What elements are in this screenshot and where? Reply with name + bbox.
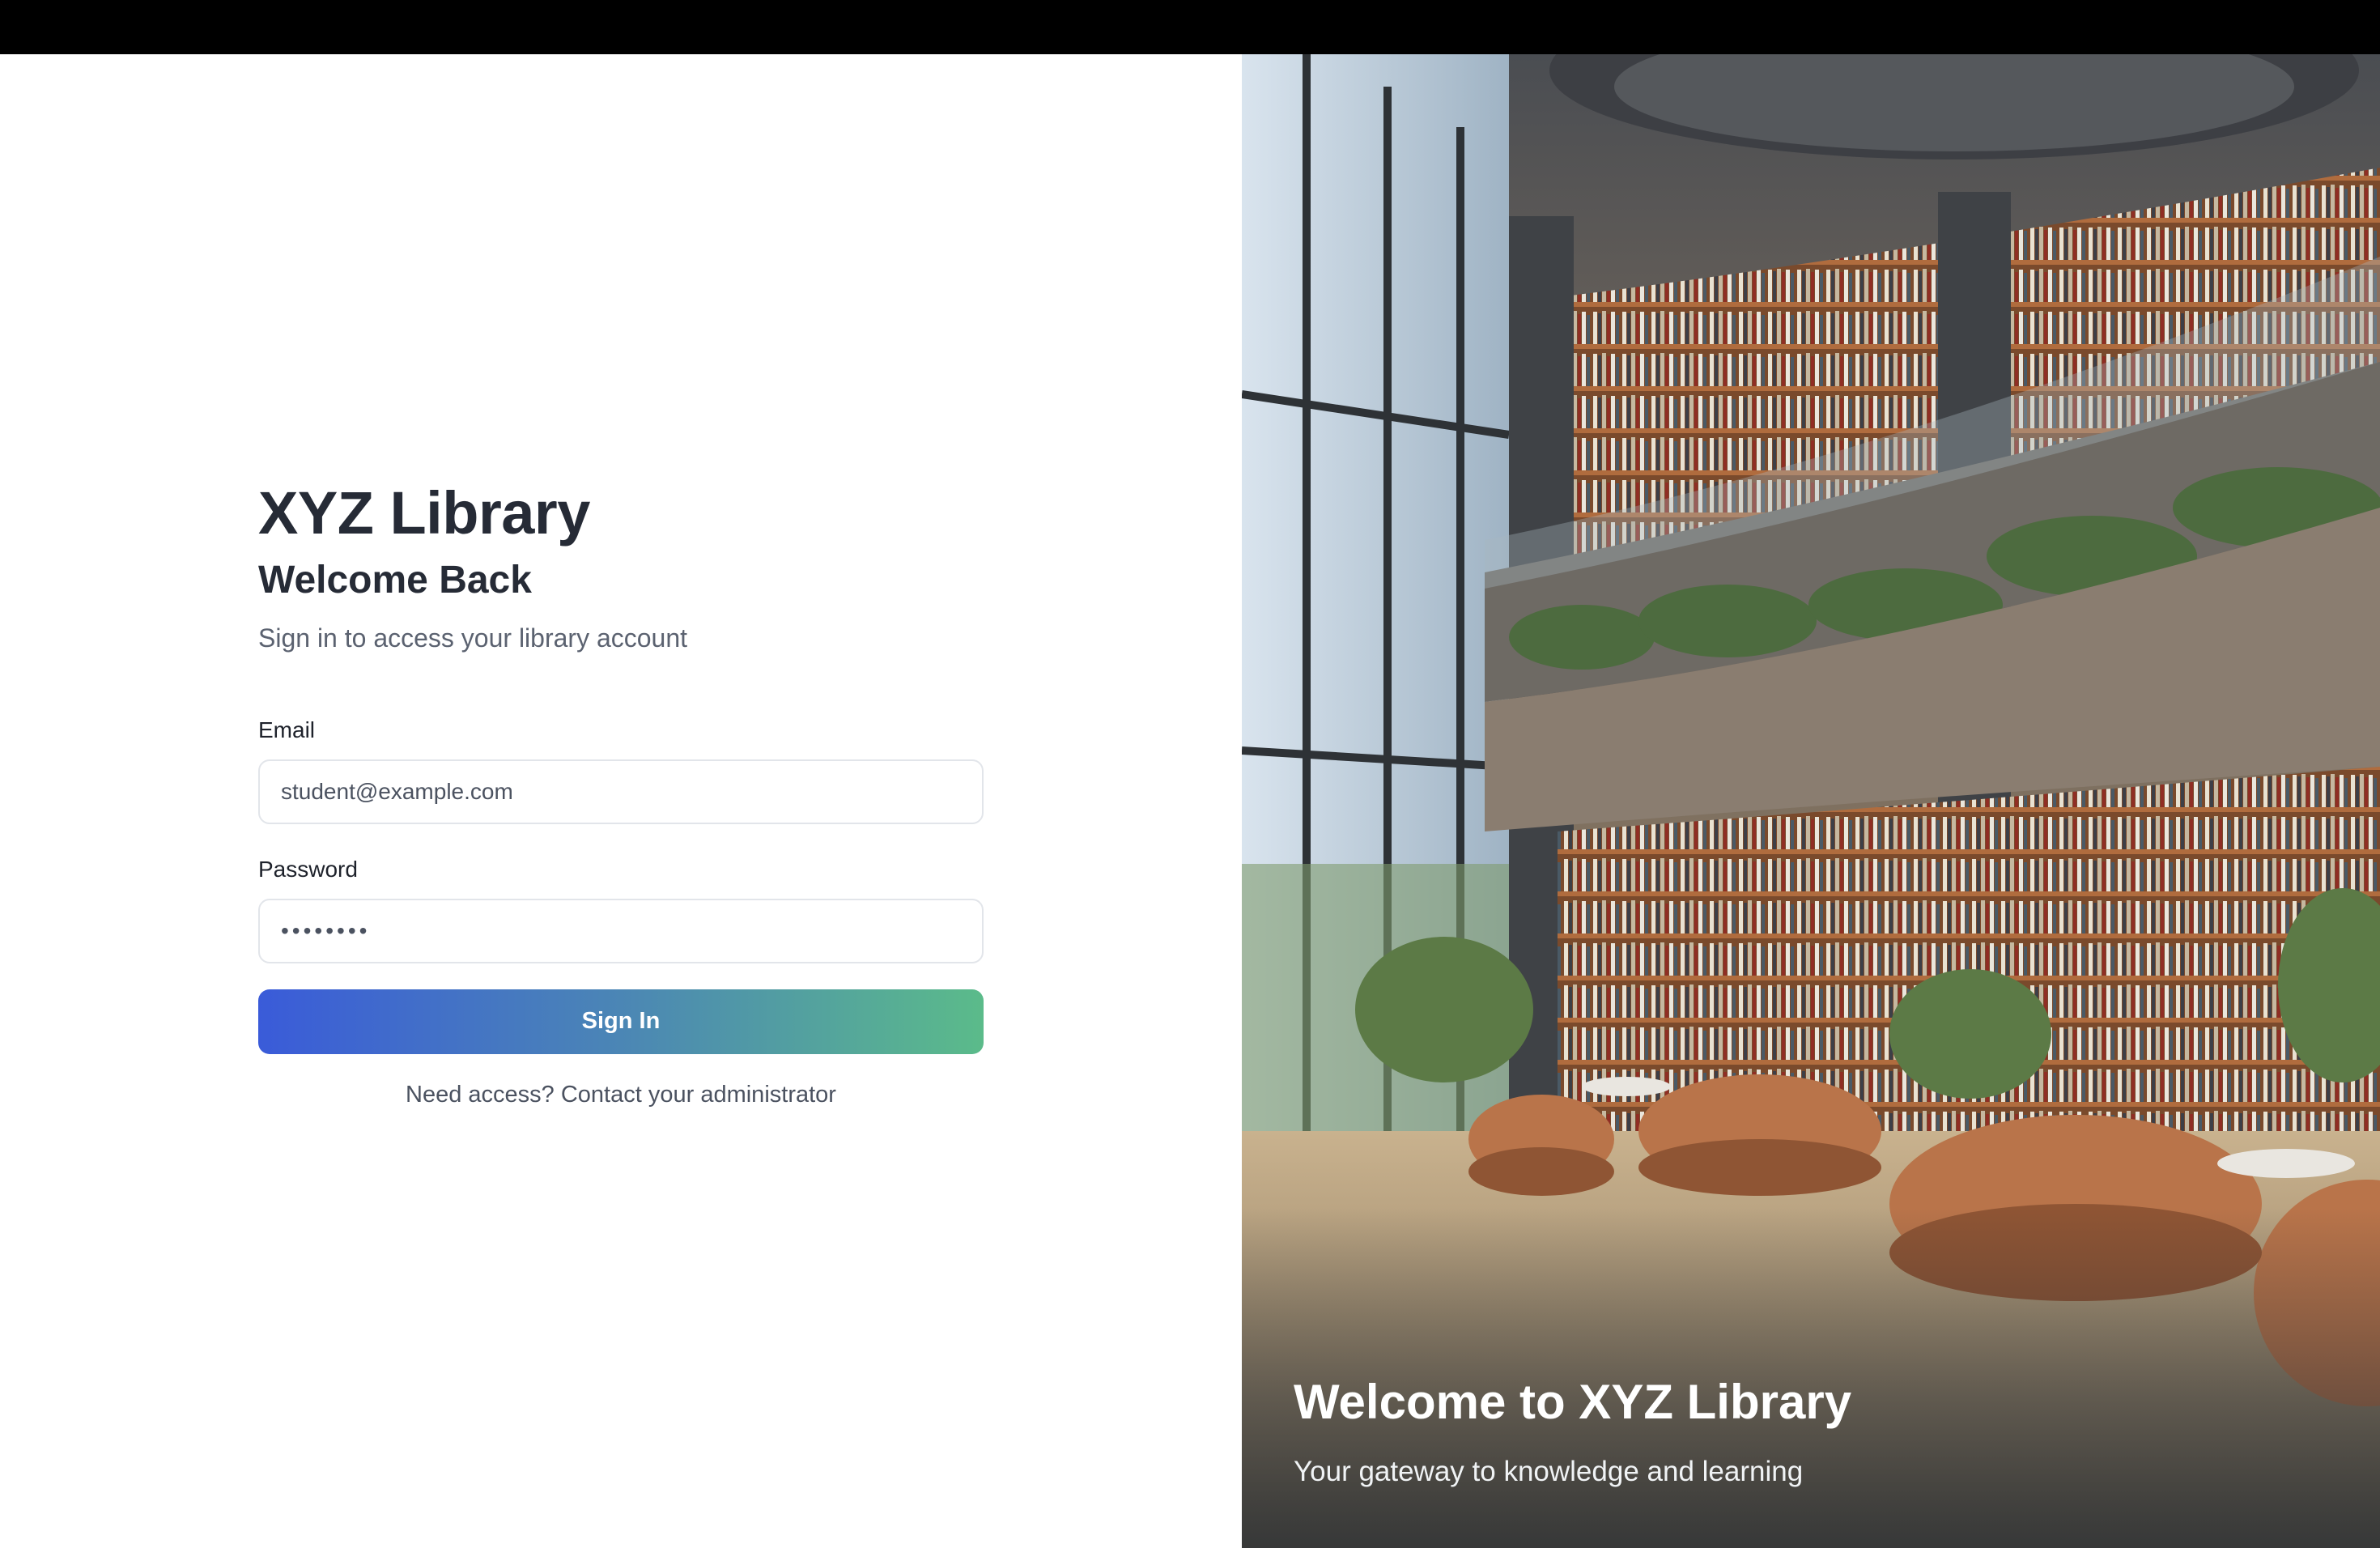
sign-in-button-label: Sign In [581, 1008, 661, 1035]
app-title: XYZ Library [258, 479, 590, 546]
password-field-value: •••••••• [281, 917, 371, 943]
contact-admin-text: Need access? Contact your administrator [406, 1081, 836, 1108]
password-label: Password [258, 856, 358, 882]
sign-in-button[interactable]: Sign In [258, 989, 984, 1054]
welcome-title: Welcome Back [258, 559, 532, 602]
email-field-value: student@example.com [281, 778, 513, 804]
login-panel: XYZ Library Welcome Back Sign in to acce… [0, 54, 1242, 1548]
hero-title: Welcome to XYZ Library [1294, 1375, 1852, 1429]
window-top-bar [0, 0, 2380, 54]
hero-subtitle: Your gateway to knowledge and learning [1294, 1456, 1804, 1487]
login-form: XYZ Library Welcome Back Sign in to acce… [258, 480, 984, 1108]
email-field[interactable]: student@example.com [258, 759, 984, 824]
password-field[interactable]: •••••••• [258, 898, 984, 963]
email-label: Email [258, 717, 316, 742]
login-subtitle: Sign in to access your library account [258, 623, 688, 653]
library-hero-panel: Welcome to XYZ Library Your gateway to k… [1242, 54, 2380, 1548]
